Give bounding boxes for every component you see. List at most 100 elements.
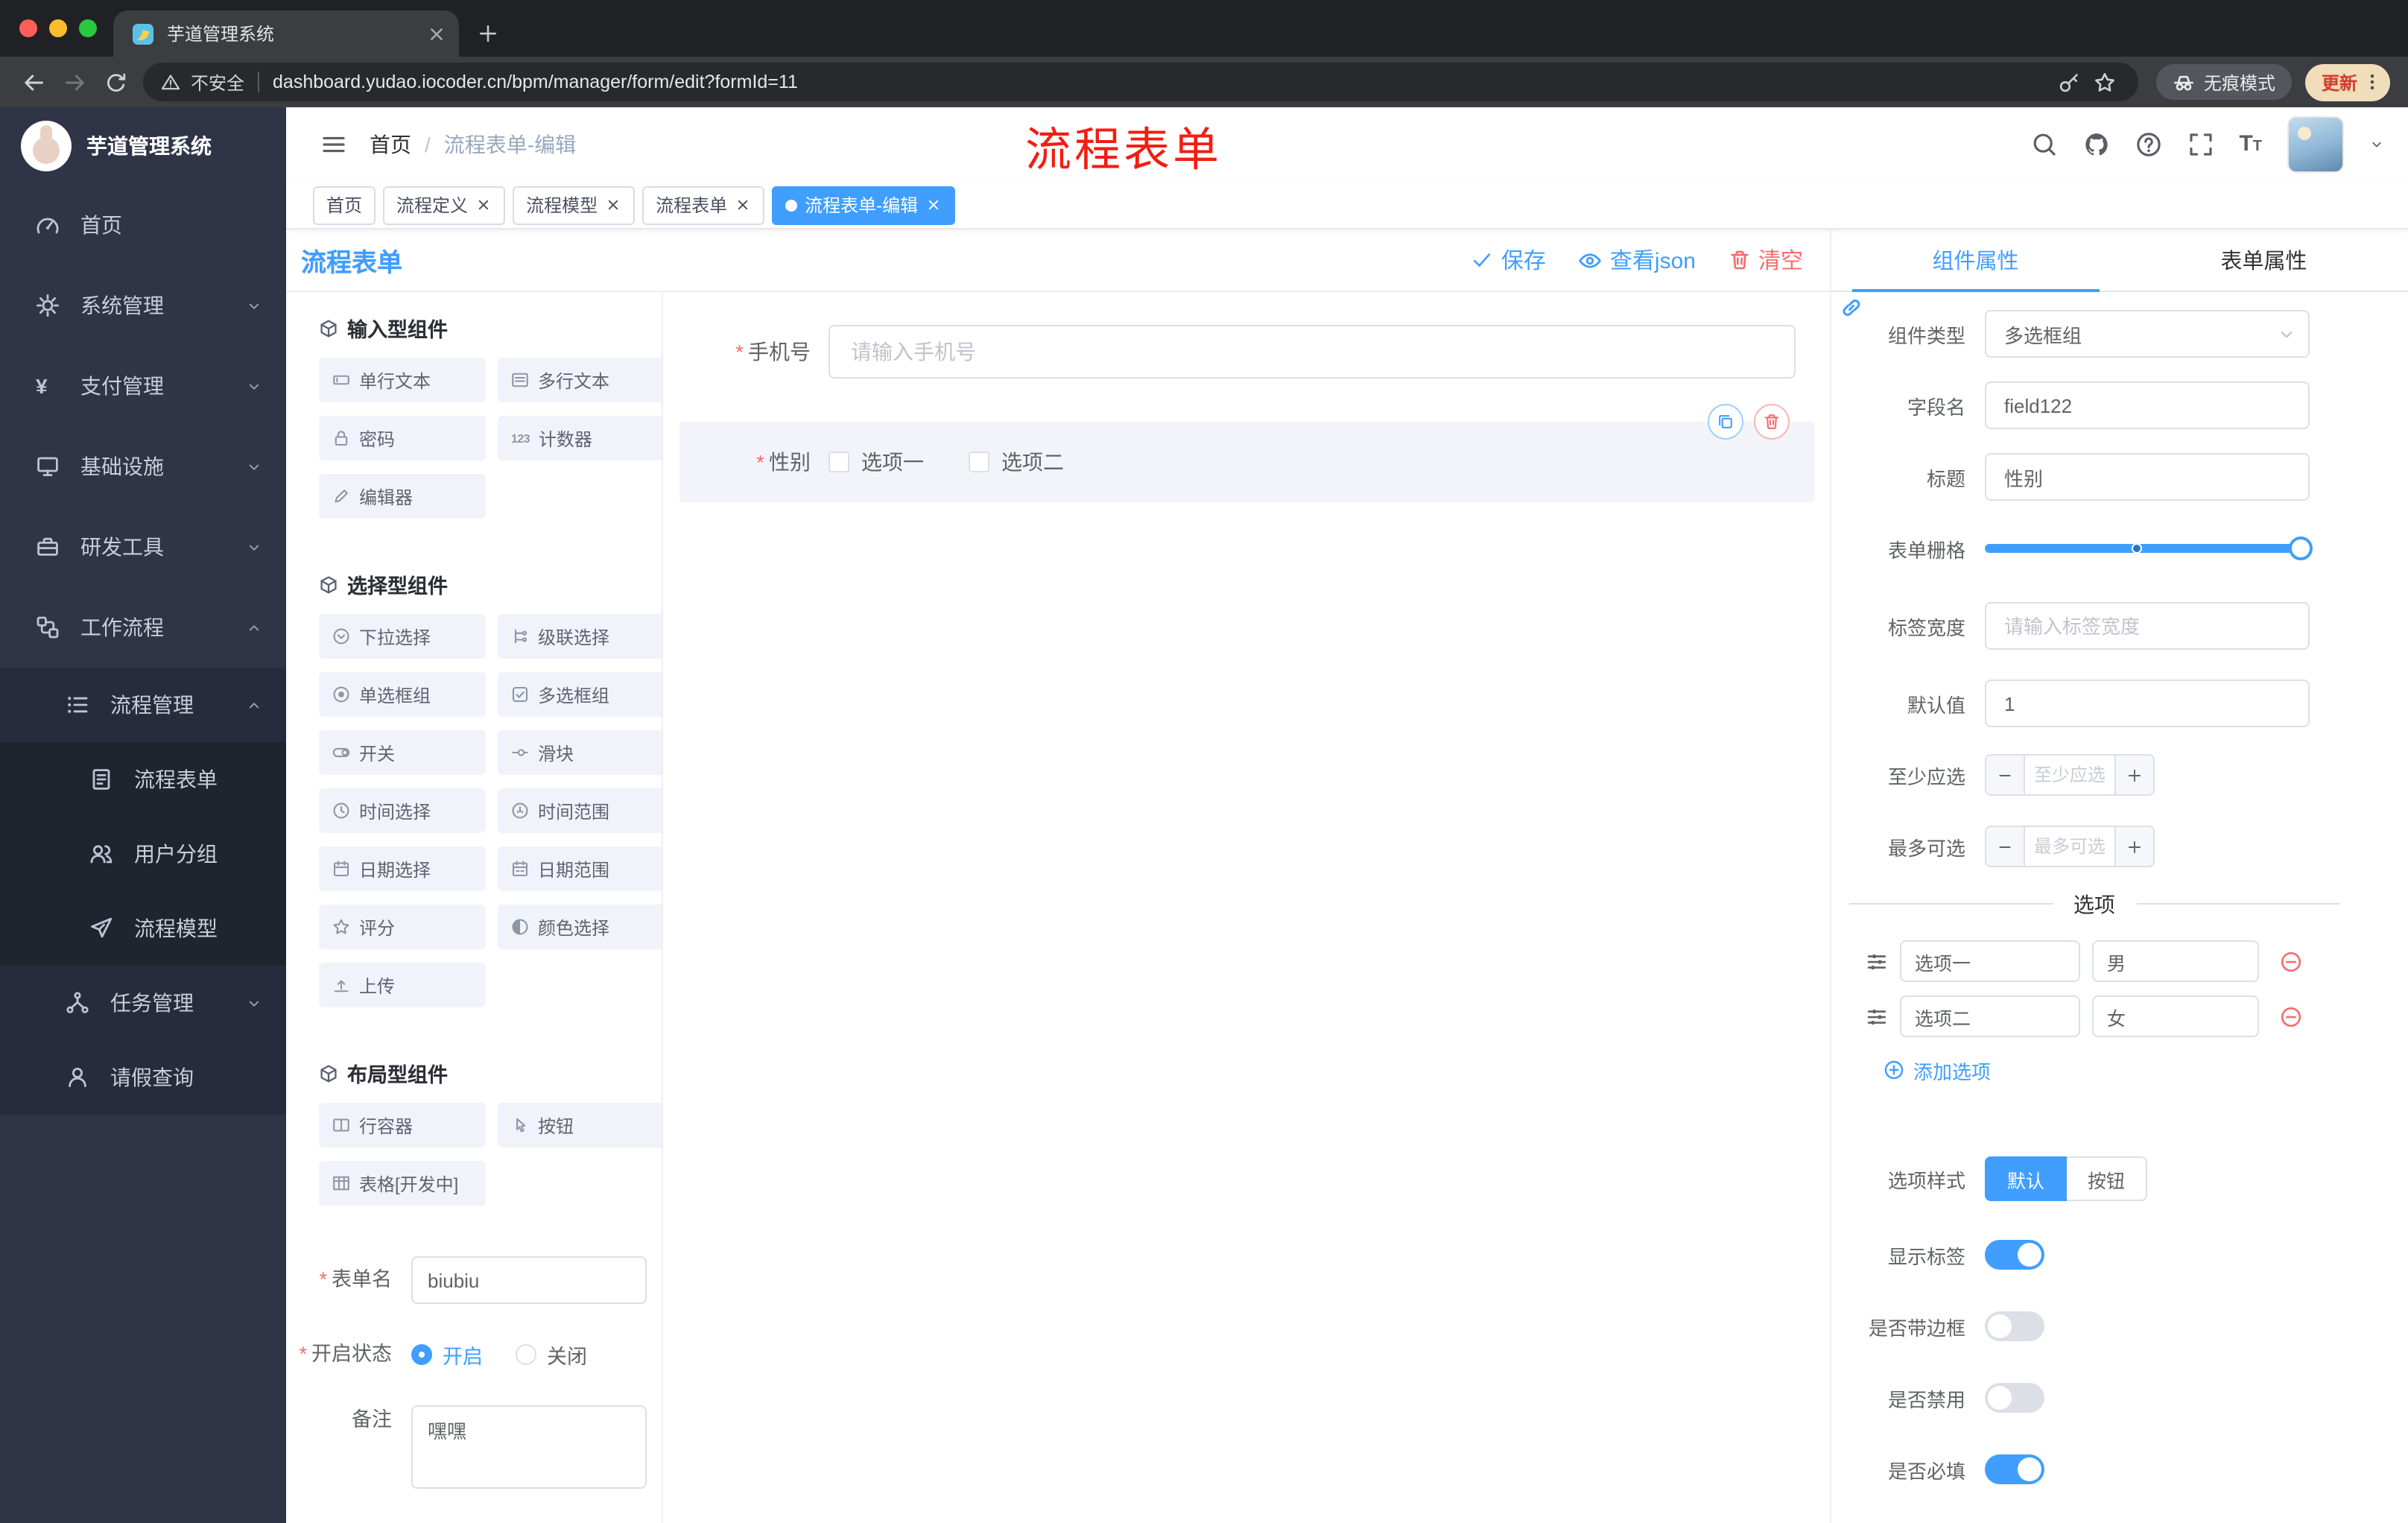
back-button[interactable]: [12, 61, 54, 103]
option-value-input[interactable]: [2092, 995, 2259, 1037]
palette-item-counter[interactable]: 123 计数器: [498, 416, 662, 460]
label-width-input[interactable]: [1985, 602, 2310, 650]
palette-item-radio-group[interactable]: 单选框组: [319, 672, 486, 717]
status-on-radio[interactable]: 开启: [411, 1340, 483, 1370]
palette-item-checkbox-group[interactable]: 多选框组: [498, 672, 662, 717]
minimize-window-button[interactable]: [49, 19, 67, 37]
slider-handle[interactable]: [2289, 536, 2313, 560]
sidebar-item-dev-tools[interactable]: 研发工具: [0, 507, 286, 587]
palette-item-switch[interactable]: 开关: [319, 730, 486, 775]
password-key-button[interactable]: [2052, 64, 2088, 100]
remove-option-icon[interactable]: [2280, 950, 2302, 972]
help-icon[interactable]: [2135, 131, 2161, 158]
show-label-switch[interactable]: [1985, 1240, 2044, 1270]
palette-item-date-picker[interactable]: 日期选择: [319, 846, 486, 891]
close-window-button[interactable]: [19, 19, 37, 37]
palette-item-color-picker[interactable]: 颜色选择: [498, 905, 662, 949]
palette-item-time-range[interactable]: 时间范围: [498, 788, 662, 833]
canvas-field-phone[interactable]: * 手机号: [679, 325, 1815, 379]
gender-option-2[interactable]: 选项二: [969, 447, 1064, 477]
sidebar-toggle-button[interactable]: [320, 131, 347, 158]
security-warning-icon[interactable]: [161, 72, 180, 92]
style-button-button[interactable]: 按钮: [2067, 1156, 2148, 1201]
checkbox-icon[interactable]: [828, 452, 849, 472]
palette-item-row-container[interactable]: 行容器: [319, 1103, 486, 1147]
status-off-radio[interactable]: 关闭: [516, 1340, 587, 1370]
palette-item-slider[interactable]: 滑块: [498, 730, 662, 775]
palette-item-button[interactable]: 按钮: [498, 1103, 662, 1147]
app-logo[interactable]: 芋道管理系统: [0, 107, 286, 185]
remove-option-icon[interactable]: [2280, 1005, 2302, 1028]
palette-item-table-dev[interactable]: 表格[开发中]: [319, 1161, 486, 1206]
tag-process-form-edit[interactable]: 流程表单-编辑: [772, 186, 956, 224]
option-label-input[interactable]: [1900, 995, 2080, 1037]
github-icon[interactable]: [2082, 131, 2109, 158]
fullscreen-icon[interactable]: [2187, 131, 2214, 158]
min-increase-button[interactable]: [2114, 756, 2153, 794]
phone-input[interactable]: [828, 325, 1796, 379]
avatar-caret-icon[interactable]: [2369, 137, 2384, 152]
palette-item-time-picker[interactable]: 时间选择: [319, 788, 486, 833]
sidebar-item-process-management[interactable]: 流程管理: [0, 668, 286, 742]
design-canvas[interactable]: *手机号 *性别 选项一选项二: [663, 292, 1830, 1523]
copy-field-button[interactable]: [1708, 404, 1743, 440]
palette-item-date-range[interactable]: 日期范围: [498, 846, 662, 891]
max-decrease-button[interactable]: [1986, 827, 2025, 866]
close-icon[interactable]: [735, 197, 751, 213]
option-value-input[interactable]: [2092, 940, 2259, 982]
sidebar-item-home[interactable]: 首页: [0, 185, 286, 265]
sidebar-item-system-management[interactable]: 系统管理: [0, 265, 286, 346]
palette-item-cascader[interactable]: 级联选择: [498, 614, 662, 659]
clear-button[interactable]: 清空: [1729, 244, 1803, 276]
palette-item-select[interactable]: 下拉选择: [319, 614, 486, 659]
browser-menu-icon[interactable]: [2362, 72, 2383, 92]
tag-home[interactable]: 首页: [313, 186, 376, 224]
palette-item-password[interactable]: 密码: [319, 416, 486, 460]
address-bar[interactable]: 不安全 dashboard.yudao.iocoder.cn/bpm/manag…: [143, 63, 2138, 101]
palette-item-rate[interactable]: 评分: [319, 905, 486, 949]
drag-handle-icon[interactable]: [1866, 950, 1888, 972]
remark-textarea[interactable]: 嘿嘿: [411, 1405, 647, 1489]
max-count-input[interactable]: [2025, 827, 2114, 866]
tag-process-form[interactable]: 流程表单: [642, 186, 765, 224]
close-icon[interactable]: [605, 197, 621, 213]
tab-component-props[interactable]: 组件属性: [1831, 229, 2120, 292]
close-icon[interactable]: [925, 197, 942, 213]
field-name-input[interactable]: [1985, 381, 2310, 429]
tag-process-model[interactable]: 流程模型: [513, 186, 636, 224]
new-tab-button[interactable]: [477, 22, 499, 45]
palette-item-multi-line-text[interactable]: 多行文本: [498, 358, 662, 402]
gender-option-1[interactable]: 选项一: [828, 447, 924, 477]
reload-button[interactable]: [95, 61, 137, 103]
title-input[interactable]: [1985, 453, 2310, 501]
sidebar-item-task-management[interactable]: 任务管理: [0, 966, 286, 1040]
breadcrumb-home[interactable]: 首页: [370, 130, 411, 159]
sidebar-item-payment-management[interactable]: ¥ 支付管理: [0, 346, 286, 426]
palette-item-single-line-text[interactable]: 单行文本: [319, 358, 486, 402]
grid-slider[interactable]: [1985, 525, 2313, 572]
palette-item-upload[interactable]: 上传: [319, 963, 486, 1007]
required-switch[interactable]: [1985, 1454, 2044, 1484]
tab-close-icon[interactable]: [426, 23, 447, 44]
component-type-select[interactable]: 多选框组: [1985, 310, 2310, 358]
update-button[interactable]: 更新: [2304, 63, 2390, 101]
search-icon[interactable]: [2030, 131, 2057, 158]
sidebar-item-process-model[interactable]: 流程模型: [0, 891, 286, 966]
browser-tab[interactable]: 芋道管理系统: [113, 10, 459, 57]
zoom-window-button[interactable]: [79, 19, 97, 37]
add-option-button[interactable]: 添加选项: [1883, 1055, 2408, 1085]
checkbox-icon[interactable]: [969, 452, 989, 472]
sidebar-item-infrastructure[interactable]: 基础设施: [0, 426, 286, 507]
tag-process-definition[interactable]: 流程定义: [383, 186, 506, 224]
min-decrease-button[interactable]: [1986, 756, 2025, 794]
avatar[interactable]: [2287, 116, 2344, 173]
max-increase-button[interactable]: [2114, 827, 2153, 866]
sidebar-item-user-group[interactable]: 用户分组: [0, 817, 286, 891]
palette-item-editor[interactable]: 编辑器: [319, 474, 486, 519]
close-icon[interactable]: [475, 197, 492, 213]
link-icon[interactable]: [1839, 295, 1864, 320]
form-name-input[interactable]: [411, 1256, 647, 1304]
sidebar-item-leave-query[interactable]: 请假查询: [0, 1040, 286, 1115]
forward-button[interactable]: [54, 61, 95, 103]
min-count-input[interactable]: [2025, 756, 2114, 794]
